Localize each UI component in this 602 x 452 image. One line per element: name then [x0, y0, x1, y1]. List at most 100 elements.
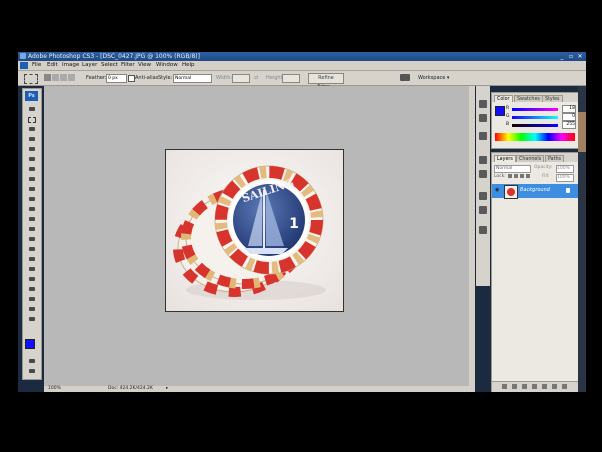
color-panel: Color Swatches Styles R 18 G 0 B 255	[491, 92, 579, 149]
bridge-icon[interactable]	[400, 74, 410, 81]
lock-pixels-icon[interactable]	[514, 174, 518, 178]
anti-alias-checkbox[interactable]	[128, 75, 135, 82]
b-value[interactable]: 255	[562, 121, 576, 129]
opacity-input[interactable]: 100%	[556, 165, 574, 173]
pen-tool-icon[interactable]	[26, 245, 38, 253]
navigator-icon[interactable]	[479, 100, 487, 108]
menu-image[interactable]: Image	[62, 61, 79, 70]
eraser-tool-icon[interactable]	[26, 205, 38, 213]
g-slider[interactable]	[512, 116, 558, 119]
clone-stamp-icon[interactable]	[26, 185, 38, 193]
lock-transparency-icon[interactable]	[508, 174, 512, 178]
menu-filter[interactable]: Filter	[121, 61, 135, 70]
blur-tool-icon[interactable]	[26, 225, 38, 233]
menu-file[interactable]: File	[32, 61, 41, 70]
shape-tool-icon[interactable]	[26, 275, 38, 283]
hand-tool-icon[interactable]	[26, 305, 38, 313]
poker-chips-image: SAILING 1	[166, 150, 343, 311]
subtract-selection-icon[interactable]	[60, 74, 67, 81]
foreground-color-swatch[interactable]	[495, 106, 505, 116]
dodge-tool-icon[interactable]	[26, 235, 38, 243]
adjustment-layer-icon[interactable]	[532, 384, 537, 389]
g-value[interactable]: 0	[562, 113, 576, 121]
height-input[interactable]	[282, 74, 300, 83]
quick-mask-icon[interactable]	[26, 357, 38, 365]
histogram-icon[interactable]	[479, 114, 487, 122]
intersect-selection-icon[interactable]	[68, 74, 75, 81]
delete-layer-icon[interactable]	[562, 384, 567, 389]
new-group-icon[interactable]	[542, 384, 547, 389]
magic-wand-icon[interactable]	[26, 135, 38, 143]
zoom-level[interactable]: 100%	[48, 386, 61, 392]
color-ramp[interactable]	[495, 133, 575, 141]
menu-help[interactable]: Help	[182, 61, 195, 70]
refine-edge-button[interactable]: Refine Edge...	[308, 73, 344, 90]
chip-number: 1	[289, 216, 299, 232]
crop-tool-icon[interactable]	[26, 145, 38, 153]
new-layer-icon[interactable]	[552, 384, 557, 389]
layer-name[interactable]: Background	[520, 187, 550, 193]
layer-row-background[interactable]: ◉ Background	[492, 184, 578, 199]
lock-position-icon[interactable]	[520, 174, 524, 178]
move-tool-icon[interactable]	[26, 105, 38, 113]
lasso-tool-icon[interactable]	[26, 125, 38, 133]
actions-icon[interactable]	[479, 170, 487, 178]
menu-view[interactable]: View	[138, 61, 151, 70]
menu-window[interactable]: Window	[156, 61, 178, 70]
workspace-menu[interactable]: Workspace ▾	[418, 74, 449, 82]
fill-input[interactable]: 100%	[556, 174, 574, 182]
healing-brush-icon[interactable]	[26, 165, 38, 173]
menu-layer[interactable]: Layer	[82, 61, 97, 70]
minimize-button[interactable]: _	[558, 53, 566, 60]
notes-tool-icon[interactable]	[26, 285, 38, 293]
style-select[interactable]: Normal	[173, 74, 212, 83]
slice-tool-icon[interactable]	[26, 155, 38, 163]
b-slider[interactable]	[512, 124, 558, 127]
add-selection-icon[interactable]	[52, 74, 59, 81]
r-slider[interactable]	[512, 108, 558, 111]
link-layers-icon[interactable]	[502, 384, 507, 389]
lock-all-icon[interactable]	[526, 174, 530, 178]
vertical-scrollbar[interactable]	[469, 86, 475, 386]
type-tool-icon[interactable]	[26, 255, 38, 263]
layer-lock-icon	[566, 188, 570, 193]
character-icon[interactable]	[479, 192, 487, 200]
photoshop-window: Adobe Photoshop CS3 - [DSC_0427.JPG @ 10…	[18, 52, 586, 392]
ps-menu-icon[interactable]	[20, 62, 28, 69]
layer-mask-icon[interactable]	[522, 384, 527, 389]
close-button[interactable]: ✕	[576, 53, 584, 60]
zoom-tool-icon[interactable]	[26, 315, 38, 323]
tool-presets-icon[interactable]	[479, 226, 487, 234]
document-canvas[interactable]: SAILING 1	[165, 149, 344, 312]
swap-icon[interactable]: ⇄	[254, 74, 258, 82]
document-info[interactable]: Doc: 424.2K/424.2K	[108, 386, 153, 392]
fill-label: Fill:	[542, 174, 550, 179]
feather-input[interactable]: 0 px	[106, 74, 127, 83]
eyedropper-icon[interactable]	[26, 295, 38, 303]
status-arrow-icon[interactable]: ▸	[166, 386, 168, 392]
background-photo-strip	[578, 112, 586, 152]
marquee-tool-icon[interactable]	[24, 74, 38, 84]
gradient-tool-icon[interactable]	[26, 215, 38, 223]
r-label: R	[506, 106, 510, 111]
path-selection-icon[interactable]	[26, 265, 38, 273]
new-selection-icon[interactable]	[44, 74, 51, 81]
paragraph-icon[interactable]	[479, 206, 487, 214]
layers-panel: Layers Channels Paths Normal Opacity: 10…	[491, 152, 579, 392]
menu-edit[interactable]: Edit	[47, 61, 58, 70]
info-icon[interactable]	[479, 132, 487, 140]
history-brush-icon[interactable]	[26, 195, 38, 203]
menu-select[interactable]: Select	[101, 61, 118, 70]
layer-style-icon[interactable]	[512, 384, 517, 389]
visibility-eye-icon[interactable]: ◉	[495, 188, 501, 193]
blend-mode-select[interactable]: Normal	[494, 165, 531, 173]
marquee-tool-icon[interactable]	[26, 115, 38, 123]
brush-tool-icon[interactable]	[26, 175, 38, 183]
width-input[interactable]	[232, 74, 250, 83]
foreground-color-swatch[interactable]	[25, 339, 35, 349]
maximize-button[interactable]: ▫	[567, 53, 575, 60]
history-icon[interactable]	[479, 156, 487, 164]
screen-mode-icon[interactable]	[26, 367, 38, 375]
r-value[interactable]: 18	[562, 105, 576, 113]
window-title: Adobe Photoshop CS3 - [DSC_0427.JPG @ 10…	[28, 53, 200, 60]
